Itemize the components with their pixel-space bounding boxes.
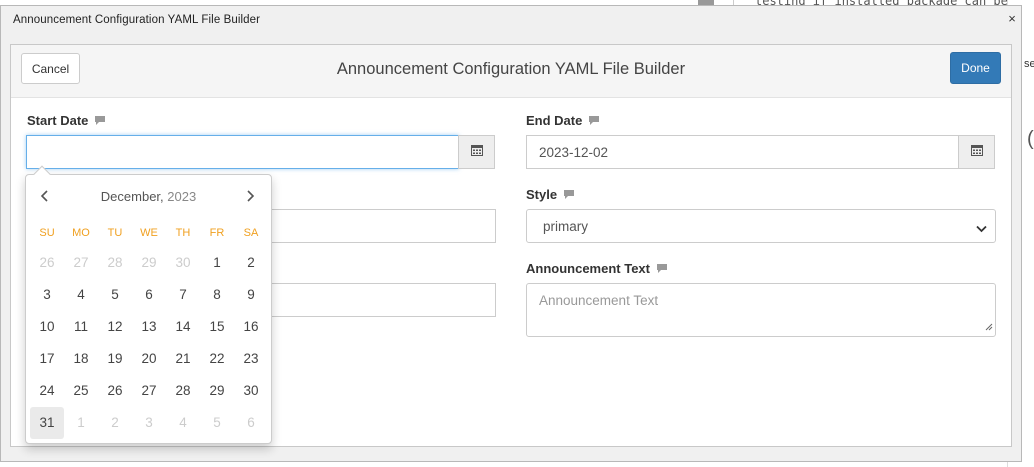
datepicker-day[interactable]: 3 [132, 407, 166, 439]
datepicker-day[interactable]: 25 [64, 375, 98, 407]
datepicker-day[interactable]: 2 [98, 407, 132, 439]
announcement-text-label: Announcement Text [526, 261, 668, 276]
end-date-calendar-button[interactable] [958, 135, 995, 169]
datepicker-day[interactable]: 21 [166, 343, 200, 375]
window-close-button[interactable]: × [1005, 11, 1019, 26]
datepicker-day[interactable]: 17 [30, 343, 64, 375]
datepicker-day[interactable]: 10 [30, 311, 64, 343]
end-date-label: End Date [526, 113, 600, 128]
announcement-text-placeholder: Announcement Text [539, 293, 659, 308]
datepicker-day[interactable]: 5 [200, 407, 234, 439]
style-label: Style [526, 187, 575, 202]
done-button[interactable]: Done [950, 52, 1001, 84]
weekday-label: MO [72, 227, 90, 239]
end-date-input[interactable]: 2023-12-02 [526, 135, 959, 169]
datepicker-week-row: 10 11 12 13 14 15 16 [30, 311, 268, 343]
background-paren: ( [1027, 128, 1034, 150]
datepicker-day[interactable]: 20 [132, 343, 166, 375]
datepicker-day[interactable]: 7 [166, 279, 200, 311]
start-date-label-text: Start Date [27, 113, 89, 128]
datepicker-day[interactable]: 28 [166, 375, 200, 407]
datepicker-day[interactable]: 8 [200, 279, 234, 311]
announcement-text-label-text: Announcement Text [526, 261, 650, 276]
datepicker-day[interactable]: 18 [64, 343, 98, 375]
datepicker-month-year[interactable]: December, 2023 [26, 189, 271, 204]
datepicker-day[interactable]: 27 [132, 375, 166, 407]
comment-icon[interactable] [588, 115, 600, 126]
datepicker-grid: SU MO TU WE TH FR SA 26 27 28 29 30 1 2 3 4 5 6 7 8 9… [30, 227, 268, 439]
datepicker-day[interactable]: 31 [30, 407, 64, 439]
datepicker-day[interactable]: 5 [98, 279, 132, 311]
chevron-down-icon [976, 221, 987, 236]
start-date-label: Start Date [27, 113, 106, 128]
datepicker-day[interactable]: 1 [64, 407, 98, 439]
comment-icon[interactable] [656, 263, 668, 274]
style-label-text: Style [526, 187, 558, 202]
comment-icon[interactable] [94, 115, 106, 126]
datepicker-day[interactable]: 16 [234, 311, 268, 343]
datepicker-week-row: 3456789 [30, 279, 268, 311]
window-titlebar[interactable]: Announcement Configuration YAML File Bui… [1, 6, 1021, 33]
datepicker-day[interactable]: 3 [30, 279, 64, 311]
datepicker-year: 2023 [167, 189, 197, 204]
chevron-right-icon[interactable] [246, 189, 255, 207]
comment-icon[interactable] [563, 189, 575, 200]
announcement-text-input[interactable]: Announcement Text [526, 283, 996, 337]
datepicker-day[interactable]: 29 [200, 375, 234, 407]
modal-header: Cancel Announcement Configuration YAML F… [11, 45, 1011, 98]
datepicker-day[interactable]: 2 [234, 247, 268, 279]
datepicker-header: December, 2023 [26, 175, 271, 219]
datepicker-month: December, [100, 189, 164, 204]
datepicker-day[interactable]: 22 [200, 343, 234, 375]
calendar-icon [970, 143, 983, 161]
datepicker-day[interactable]: 1 [200, 247, 234, 279]
style-select-value: primary [543, 218, 589, 234]
datepicker-week-row: 26 27 28 29 30 1 2 [30, 247, 268, 279]
weekday-label: FR [209, 227, 225, 239]
weekday-label: TU [107, 227, 123, 239]
resize-grip-icon[interactable] [985, 319, 993, 334]
datepicker-day[interactable]: 19 [98, 343, 132, 375]
calendar-icon [470, 143, 483, 161]
datepicker-day[interactable]: 15 [200, 311, 234, 343]
modal-title: Announcement Configuration YAML File Bui… [336, 60, 686, 78]
start-date-input[interactable] [26, 135, 459, 169]
datepicker-day[interactable]: 11 [64, 311, 98, 343]
datepicker-day[interactable]: 29 [132, 247, 166, 279]
datepicker-day[interactable]: 26 [30, 247, 64, 279]
datepicker-day[interactable]: 4 [166, 407, 200, 439]
datepicker-day[interactable]: 27 [64, 247, 98, 279]
datepicker-popup: December, 2023 SU MO TU WE TH FR SA 26 27… [25, 165, 272, 444]
datepicker-day[interactable]: 14 [166, 311, 200, 343]
datepicker-day[interactable]: 12 [98, 311, 132, 343]
datepicker-day[interactable]: 9 [234, 279, 268, 311]
datepicker-day[interactable]: 6 [234, 407, 268, 439]
weekday-label: TH [175, 227, 191, 239]
start-date-calendar-button[interactable] [458, 135, 495, 169]
datepicker-day[interactable]: 4 [64, 279, 98, 311]
datepicker-day[interactable]: 28 [98, 247, 132, 279]
style-select[interactable]: primary [526, 209, 996, 243]
datepicker-day[interactable]: 30 [166, 247, 200, 279]
datepicker-day[interactable]: 13 [132, 311, 166, 343]
datepicker-day[interactable]: 30 [234, 375, 268, 407]
datepicker-day[interactable]: 26 [98, 375, 132, 407]
window-title: Announcement Configuration YAML File Bui… [13, 13, 261, 26]
background-text-fragment: se [1024, 58, 1034, 70]
weekday-label: SU [39, 227, 55, 239]
datepicker-day[interactable]: 23 [234, 343, 268, 375]
datepicker-weeks: 26 27 28 29 30 1 2 3 4 5 6 7 8 9 10 11 12 13 14 15 16 17 18 19 2… [30, 247, 268, 439]
datepicker-day[interactable]: 24 [30, 375, 64, 407]
weekday-label: SA [243, 227, 259, 239]
datepicker-day[interactable]: 6 [132, 279, 166, 311]
datepicker-weekday-row: SU MO TU WE TH FR SA [30, 227, 268, 247]
end-date-label-text: End Date [526, 113, 583, 128]
datepicker-week-row: 17 18 19 20 21 22 23 [30, 343, 268, 375]
datepicker-week-row: 31 1 2 3 4 5 6 [30, 407, 268, 439]
weekday-label: WE [140, 227, 158, 239]
datepicker-week-row: 24 25 26 27 28 29 30 [30, 375, 268, 407]
